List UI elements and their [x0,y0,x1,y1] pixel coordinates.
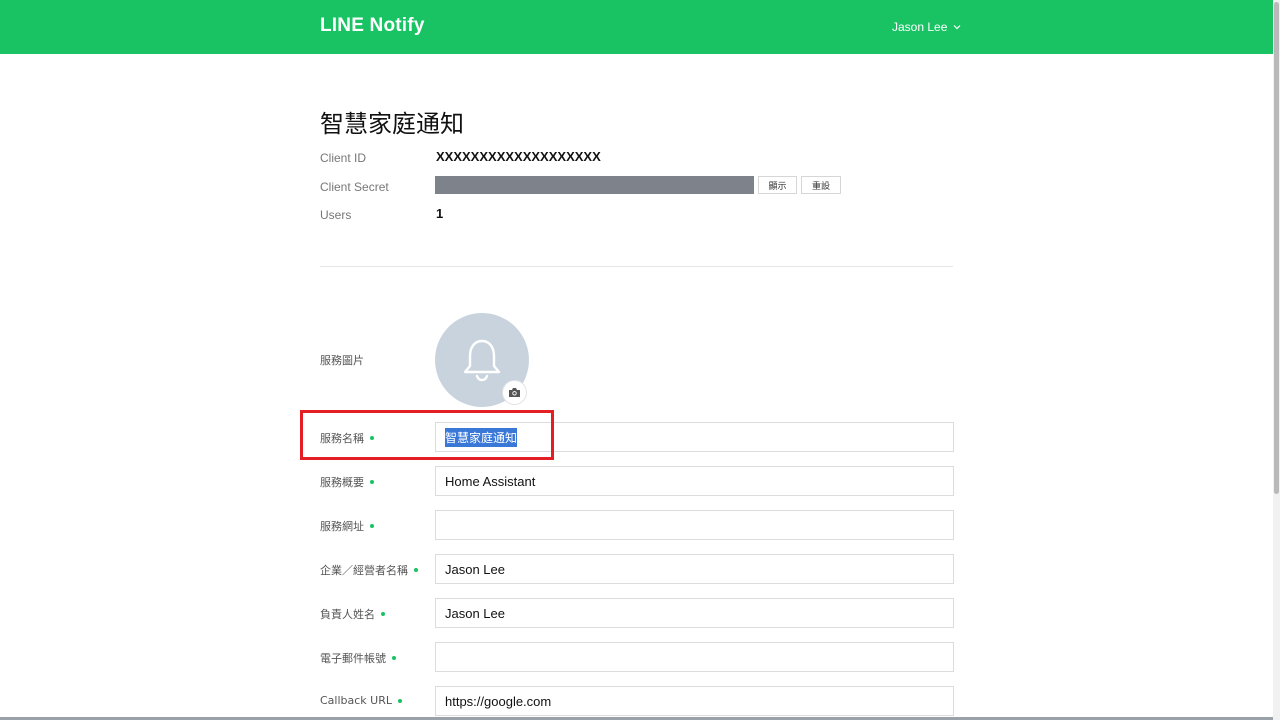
user-account-menu[interactable]: Jason Lee [892,20,961,34]
email-label: 電子郵件帳號 [320,650,396,666]
chevron-down-icon [953,25,961,30]
company-name-label-text: 企業／經營者名稱 [320,564,408,577]
users-count: 1 [436,206,444,221]
service-summary-value: Home Assistant [445,473,536,489]
service-image-label-text: 服務圖片 [320,354,364,367]
service-name-label-text: 服務名稱 [320,432,364,445]
page-scrollbar[interactable] [1273,0,1280,720]
required-indicator [392,656,396,660]
client-secret-label: Client Secret [320,180,389,194]
camera-icon [509,388,520,397]
user-name: Jason Lee [892,20,948,34]
service-url-label: 服務網址 [320,518,374,534]
users-label: Users [320,208,352,222]
reset-secret-button[interactable]: 重設 [801,176,841,194]
callback-url-input[interactable]: https://google.com [435,686,954,716]
service-name-selected-text: 智慧家庭通知 [445,427,518,447]
section-divider [320,266,953,267]
service-name-label: 服務名稱 [320,430,374,446]
service-image-label: 服務圖片 [320,352,364,368]
company-name-label: 企業／經營者名稱 [320,562,418,578]
service-url-label-text: 服務網址 [320,520,364,533]
owner-name-label-text: 負責人姓名 [320,608,375,621]
callback-url-label-text: Callback URL [320,694,392,707]
service-summary-label-text: 服務概要 [320,476,364,489]
required-indicator [370,524,374,528]
required-indicator [381,612,385,616]
owner-name-label: 負責人姓名 [320,606,385,622]
required-indicator [414,568,418,572]
service-url-input[interactable] [435,510,954,540]
change-image-button[interactable] [502,380,527,405]
callback-url-label: Callback URL [320,694,402,707]
company-name-input[interactable]: Jason Lee [435,554,954,584]
bell-icon [463,339,501,382]
email-label-text: 電子郵件帳號 [320,652,386,665]
scrollbar-thumb[interactable] [1274,2,1279,494]
service-summary-input[interactable]: Home Assistant [435,466,954,496]
client-id-value: XXXXXXXXXXXXXXXXXXX [436,149,601,164]
company-name-value: Jason Lee [445,561,505,577]
owner-name-input[interactable]: Jason Lee [435,598,954,628]
callback-url-value: https://google.com [445,693,552,709]
required-indicator [370,480,374,484]
required-indicator [370,436,374,440]
line-notify-logo[interactable]: LINE Notify [320,15,425,37]
required-indicator [398,698,402,703]
show-secret-button[interactable]: 顯示 [758,176,797,194]
top-navigation-bar: LINE Notify Jason Lee [0,0,1273,54]
client-secret-masked [435,176,754,194]
service-summary-label: 服務概要 [320,474,374,490]
owner-name-value: Jason Lee [445,605,505,621]
service-title: 智慧家庭通知 [320,110,464,138]
client-id-label: Client ID [320,151,367,165]
service-name-input[interactable]: 智慧家庭通知 [435,422,954,452]
email-input[interactable] [435,642,954,672]
